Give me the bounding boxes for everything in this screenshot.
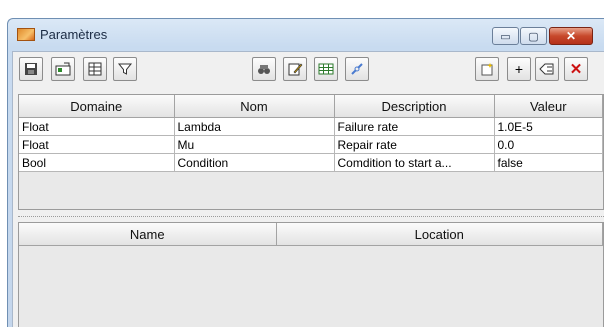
cell-description[interactable]: Comdition to start a...	[334, 153, 495, 172]
cell-domaine[interactable]: Float	[19, 117, 175, 136]
app-icon	[17, 28, 35, 41]
column-header-location[interactable]: Location	[276, 223, 603, 246]
column-header-description[interactable]: Description	[334, 95, 495, 118]
cell-valeur[interactable]: false	[494, 153, 603, 172]
title-bar[interactable]: Paramètres ▭ ▢ ✕	[8, 19, 604, 49]
save-button[interactable]	[19, 57, 43, 81]
cell-valeur[interactable]: 0.0	[494, 135, 603, 154]
cell-description[interactable]: Failure rate	[334, 117, 495, 136]
new-item-icon	[481, 63, 493, 76]
cell-valeur[interactable]: 1.0E-5	[494, 117, 603, 136]
cell-domaine[interactable]: Float	[19, 135, 175, 154]
close-button[interactable]: ✕	[549, 27, 593, 45]
window-title: Paramètres	[40, 27, 108, 42]
add-button[interactable]: +	[507, 57, 531, 81]
table-row[interactable]: Float Lambda Failure rate 1.0E-5	[19, 117, 603, 136]
minimize-button[interactable]: ▭	[492, 27, 519, 45]
table-row[interactable]: Bool Condition Comdition to start a... f…	[19, 153, 603, 172]
remove-button[interactable]	[535, 57, 559, 81]
close-icon: ✕	[565, 29, 577, 43]
grid-icon	[318, 63, 334, 75]
table-view-button[interactable]	[83, 57, 107, 81]
filter-icon	[117, 63, 133, 75]
edit-button[interactable]	[283, 57, 307, 81]
maximize-button[interactable]: ▢	[520, 27, 547, 45]
link-icon	[351, 63, 363, 75]
cell-nom[interactable]: Lambda	[174, 117, 335, 136]
table-view-icon	[88, 62, 102, 76]
search-binoculars-icon	[258, 65, 270, 74]
locations-table: Name Location	[18, 222, 604, 327]
save-icon	[25, 63, 37, 75]
delete-icon: ✕	[569, 61, 583, 78]
link-button[interactable]	[345, 57, 369, 81]
minimize-icon: ▭	[500, 30, 511, 43]
column-header-nom[interactable]: Nom	[174, 95, 335, 118]
split-divider[interactable]	[18, 216, 604, 217]
grid-button[interactable]	[314, 57, 338, 81]
remove-icon	[539, 63, 554, 75]
new-item-button[interactable]	[475, 57, 499, 81]
cell-description[interactable]: Repair rate	[334, 135, 495, 154]
column-header-domaine[interactable]: Domaine	[19, 95, 175, 118]
maximize-icon: ▢	[528, 30, 539, 43]
edit-icon	[288, 63, 303, 76]
search-button[interactable]	[252, 57, 276, 81]
client-area: + ✕ Domaine Nom Description Valeur Float…	[12, 51, 604, 327]
toolbar: + ✕	[13, 52, 604, 94]
cell-nom[interactable]: Mu	[174, 135, 335, 154]
import-button[interactable]	[51, 57, 75, 81]
delete-button[interactable]: ✕	[564, 57, 588, 81]
import-icon	[55, 62, 71, 76]
parameters-table: Domaine Nom Description Valeur Float Lam…	[18, 94, 604, 210]
column-header-valeur[interactable]: Valeur	[494, 95, 603, 118]
add-icon: +	[514, 61, 524, 77]
parametres-window: Paramètres ▭ ▢ ✕ + ✕ Domaine Nom Descrip…	[7, 18, 604, 327]
filter-button[interactable]	[113, 57, 137, 81]
column-header-name[interactable]: Name	[19, 223, 277, 246]
cell-domaine[interactable]: Bool	[19, 153, 175, 172]
table-row[interactable]: Float Mu Repair rate 0.0	[19, 135, 603, 154]
cell-nom[interactable]: Condition	[174, 153, 335, 172]
